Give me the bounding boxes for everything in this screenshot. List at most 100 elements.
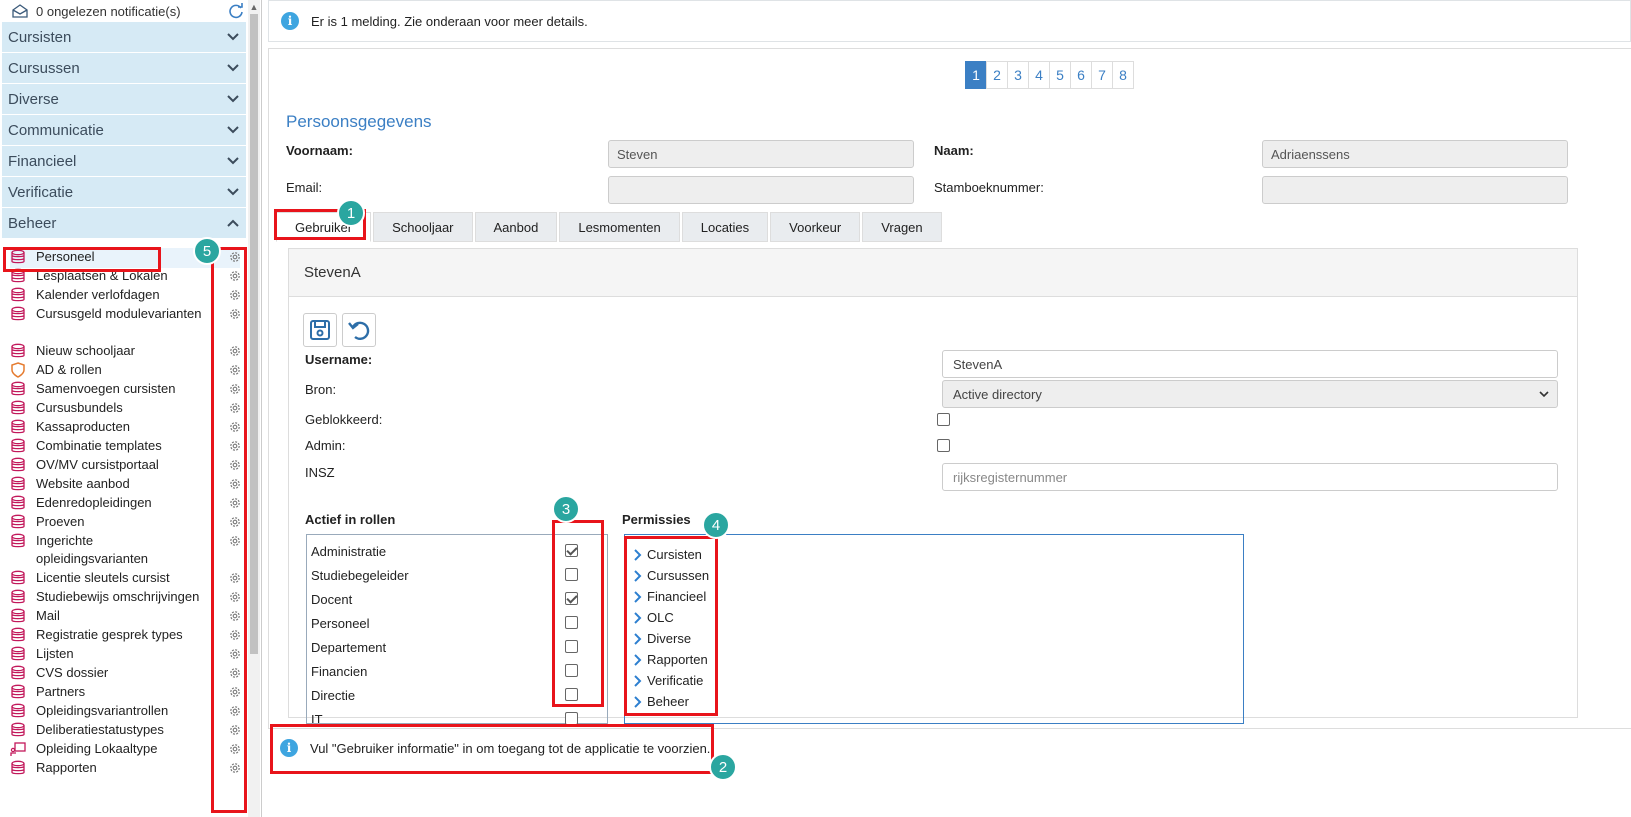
tab-voorkeur[interactable]: Voorkeur [770,212,861,242]
role-it-checkbox[interactable] [565,712,578,725]
gear-icon[interactable] [228,477,242,491]
scroll-thumb[interactable] [250,14,258,654]
chevron-right-icon[interactable] [633,569,643,582]
sidebar-item-opleiding-lokaaltype[interactable]: Opleiding Lokaaltype [10,740,240,760]
page-7-button[interactable]: 7 [1091,61,1113,89]
sidebar-item-edenredopleidingen[interactable]: Edenredopleidingen [10,494,240,514]
page-4-button[interactable]: 4 [1028,61,1050,89]
sidebar-item-registratie-gesprek-types[interactable]: Registratie gesprek types [10,626,240,646]
geblokkeerd-checkbox[interactable] [937,413,950,426]
gear-icon[interactable] [228,761,242,775]
scroll-up-arrow-icon[interactable]: ▲ [248,0,260,14]
bron-select[interactable]: Active directory [942,380,1558,408]
chevron-right-icon[interactable] [633,674,643,687]
chevron-right-icon[interactable] [633,632,643,645]
page-5-button[interactable]: 5 [1049,61,1071,89]
permission-verificatie[interactable]: Verificatie [633,673,703,688]
gear-icon[interactable] [228,269,242,283]
sidebar-item-samenvoegen-cursisten[interactable]: Samenvoegen cursisten [10,380,240,400]
sidebar-section-communicatie[interactable]: Communicatie [2,115,246,145]
permission-beheer[interactable]: Beheer [633,694,689,709]
gear-icon[interactable] [228,609,242,623]
email-field[interactable] [608,176,914,204]
sidebar-item-studiebewijs-omschrijvingen[interactable]: Studiebewijs omschrijvingen [10,588,240,608]
stamboeknummer-field[interactable] [1262,176,1568,204]
sidebar-item-website-aanbod[interactable]: Website aanbod [10,475,240,495]
permission-cursisten[interactable]: Cursisten [633,547,702,562]
gear-icon[interactable] [228,742,242,756]
sidebar-item-proeven[interactable]: Proeven [10,513,240,533]
role-directie-checkbox[interactable] [565,688,578,701]
gear-icon[interactable] [228,458,242,472]
gear-icon[interactable] [228,420,242,434]
sidebar-item-cvs-dossier[interactable]: CVS dossier [10,664,240,684]
gear-icon[interactable] [228,628,242,642]
sidebar-item-cursusbundels[interactable]: Cursusbundels [10,399,240,419]
sidebar-item-licentie-sleutels-cursist[interactable]: Licentie sleutels cursist [10,569,240,589]
sidebar-item-partners[interactable]: Partners [10,683,240,703]
sidebar-item-kalender-verlofdagen[interactable]: Kalender verlofdagen [10,286,240,306]
permission-rapporten[interactable]: Rapporten [633,652,708,667]
role-personeel-checkbox[interactable] [565,616,578,629]
sidebar-section-cursisten[interactable]: Cursisten [2,22,246,52]
save-button[interactable] [303,313,337,347]
admin-checkbox[interactable] [937,439,950,452]
gear-icon[interactable] [228,704,242,718]
gear-icon[interactable] [228,496,242,510]
gear-icon[interactable] [228,685,242,699]
gear-icon[interactable] [228,382,242,396]
sidebar-section-beheer[interactable]: Beheer [2,208,246,238]
role-administratie-checkbox[interactable] [565,544,578,557]
sidebar-item-rapporten[interactable]: Rapporten [10,759,240,779]
tab-aanbod[interactable]: Aanbod [474,212,558,242]
tab-lesmomenten[interactable]: Lesmomenten [559,212,680,242]
refresh-icon[interactable] [228,3,244,19]
sidebar-item-mail[interactable]: Mail [10,607,240,627]
sidebar-item-lesplaatsen-lokalen[interactable]: Lesplaatsen & Lokalen [10,267,240,287]
page-6-button[interactable]: 6 [1070,61,1092,89]
sidebar-item-lijsten[interactable]: Lijsten [10,645,240,665]
sidebar-item-deliberatiestatustypes[interactable]: Deliberatiestatustypes [10,721,240,741]
tab-locaties[interactable]: Locaties [681,212,769,242]
gear-icon[interactable] [228,515,242,529]
gear-icon[interactable] [228,344,242,358]
chevron-right-icon[interactable] [633,590,643,603]
sidebar-section-cursussen[interactable]: Cursussen [2,53,246,83]
sidebar-item-ingerichte-opleidingsvarianten[interactable]: Ingerichte opleidingsvarianten [10,532,242,566]
gear-icon[interactable] [228,439,242,453]
sidebar-item-combinatie-templates[interactable]: Combinatie templates [10,437,240,457]
gear-icon[interactable] [228,288,242,302]
page-8-button[interactable]: 8 [1112,61,1134,89]
tab-vragen[interactable]: Vragen [862,212,942,242]
voornaam-field[interactable]: Steven [608,140,914,168]
username-field[interactable]: StevenA [942,350,1558,378]
notification-bar[interactable]: 0 ongelezen notificatie(s) [0,0,246,22]
gear-icon[interactable] [228,666,242,680]
gear-icon[interactable] [228,363,242,377]
gear-icon[interactable] [228,647,242,661]
permission-financieel[interactable]: Financieel [633,589,706,604]
gear-icon[interactable] [228,571,242,585]
sidebar-item-nieuw-schooljaar[interactable]: Nieuw schooljaar [10,342,240,362]
sidebar-item-opleidingsvariantrollen[interactable]: Opleidingsvariantrollen [10,702,240,722]
sidebar-item-ad-rollen[interactable]: AD & rollen [10,361,240,381]
sidebar-item-ov-mv-cursistportaal[interactable]: OV/MV cursistportaal [10,456,240,476]
sidebar-section-diverse[interactable]: Diverse [2,84,246,114]
gear-icon[interactable] [228,534,242,548]
role-departement-checkbox[interactable] [565,640,578,653]
sidebar-item-cursusgeld-modulevarianten[interactable]: Cursusgeld modulevarianten [10,305,240,325]
permission-cursussen[interactable]: Cursussen [633,568,709,583]
sidebar-scrollbar[interactable]: ▲ [248,0,260,817]
gear-icon[interactable] [228,590,242,604]
page-2-button[interactable]: 2 [986,61,1008,89]
page-3-button[interactable]: 3 [1007,61,1029,89]
permission-diverse[interactable]: Diverse [633,631,691,646]
permission-olc[interactable]: OLC [633,610,674,625]
chevron-right-icon[interactable] [633,653,643,666]
insz-input[interactable]: rijksregisternummer [942,463,1558,491]
sidebar-item-kassaproducten[interactable]: Kassaproducten [10,418,240,438]
gear-icon[interactable] [228,723,242,737]
page-1-button[interactable]: 1 [965,61,987,89]
gear-icon[interactable] [228,250,242,264]
tab-schooljaar[interactable]: Schooljaar [373,212,473,242]
